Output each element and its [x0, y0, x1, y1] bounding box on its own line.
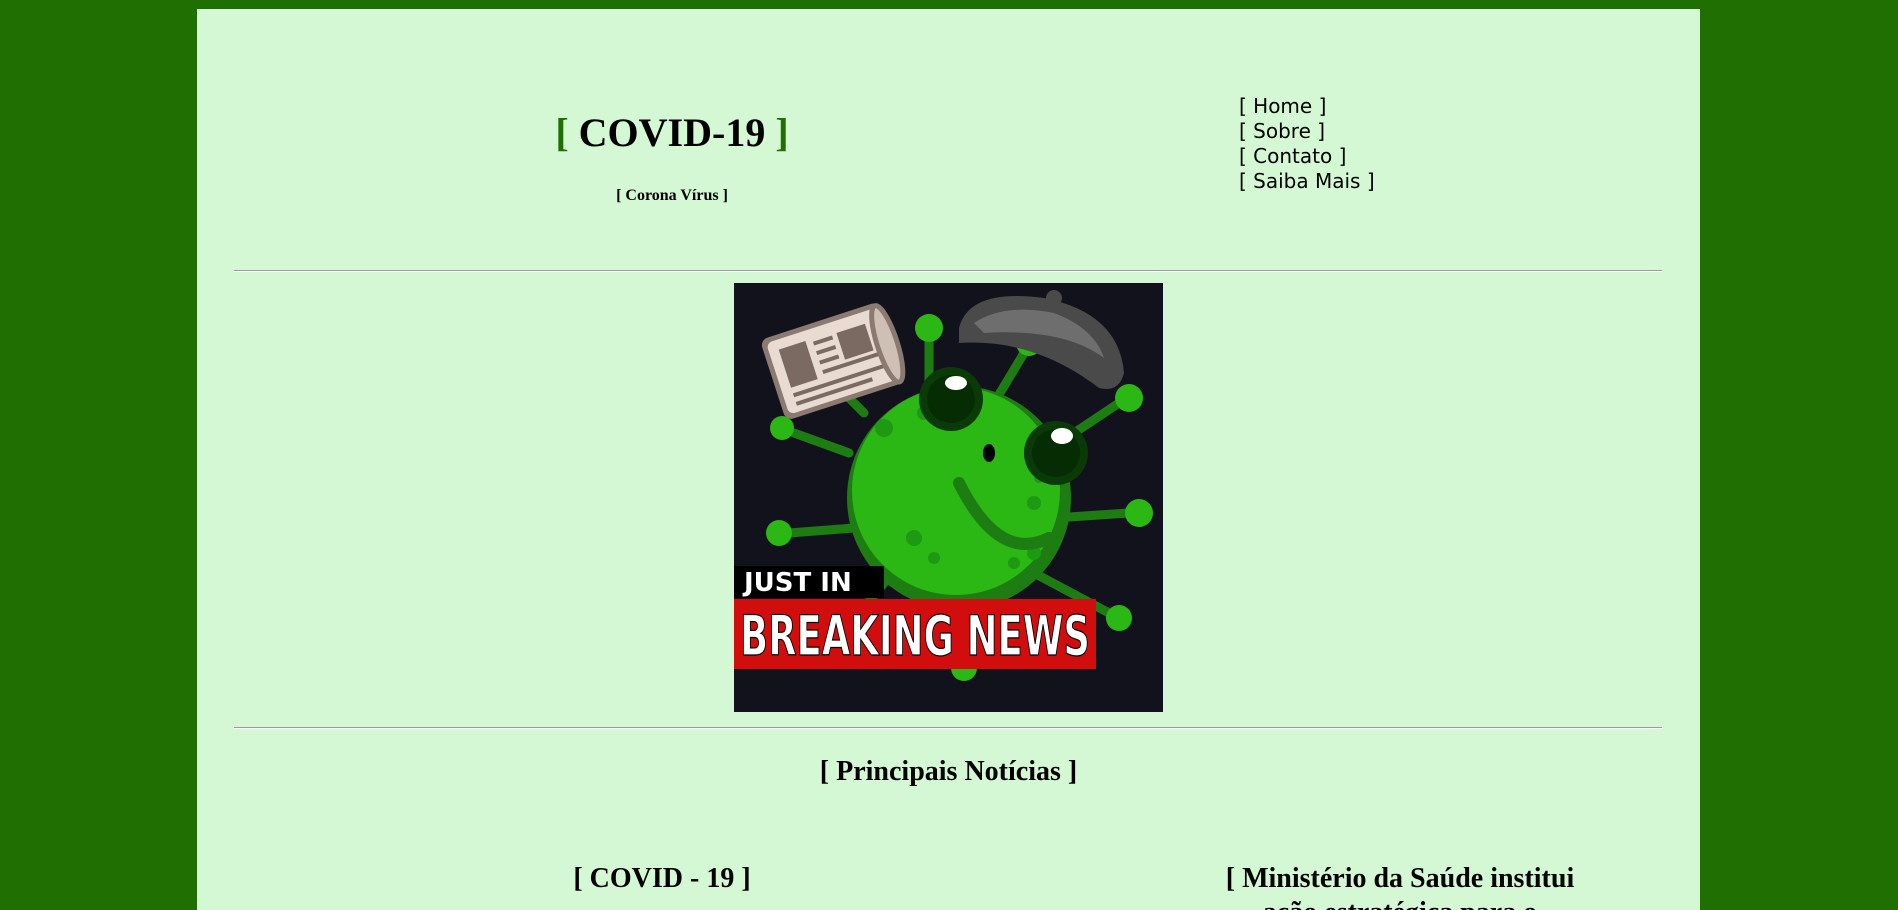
site-subtitle: [ Corona Vírus ]	[616, 187, 728, 204]
title-text: COVID-19	[568, 110, 776, 155]
nav-item-contato[interactable]: [ Contato ]	[1239, 144, 1375, 169]
title-bracket-open: [	[555, 110, 569, 155]
section-heading-principais-noticias: [ Principais Notícias ]	[819, 756, 1078, 787]
nav-item-home[interactable]: [ Home ]	[1239, 94, 1375, 119]
breaking-news-image: JUST IN BREAKING NEWS	[734, 283, 1163, 712]
divider-top	[234, 270, 1662, 272]
banner-caption-top: JUST IN	[742, 568, 852, 598]
news-item-ministerio-title[interactable]: [ Ministério da Saúde institui ação estr…	[1205, 862, 1595, 910]
nav-item-sobre[interactable]: [ Sobre ]	[1239, 119, 1375, 144]
news-item-covid-title[interactable]: [ COVID - 19 ]	[497, 862, 827, 896]
banner-caption-main: BREAKING NEWS	[740, 604, 1090, 668]
page-container: [ COVID-19 ] [ Corona Vírus ] [ Home ] […	[197, 9, 1700, 910]
nav-item-saiba-mais[interactable]: [ Saiba Mais ]	[1239, 169, 1375, 194]
divider-bottom	[234, 727, 1662, 729]
site-title: [ COVID-19 ]	[517, 109, 827, 157]
title-bracket-close: ]	[775, 110, 789, 155]
main-nav: [ Home ] [ Sobre ] [ Contato ] [ Saiba M…	[1239, 94, 1375, 194]
